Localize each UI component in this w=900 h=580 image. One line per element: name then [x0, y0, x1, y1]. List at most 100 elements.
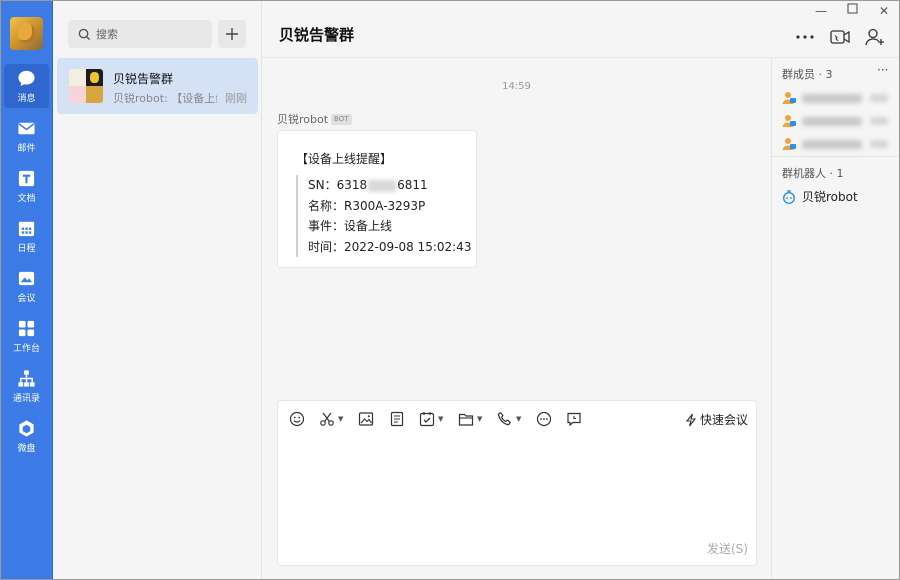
- scissors-icon: [320, 412, 334, 426]
- call-button[interactable]: ▼: [497, 410, 521, 428]
- meeting-icon: [18, 271, 35, 286]
- redacted-text: [802, 116, 862, 126]
- person-icon: [782, 92, 796, 104]
- more-options-button[interactable]: [795, 28, 815, 46]
- plus-icon: [226, 28, 238, 40]
- emoji-icon: [289, 411, 305, 427]
- send-button[interactable]: 发送(S): [707, 540, 748, 557]
- conversation-name: 贝锐告警群: [113, 72, 174, 86]
- nav-label: 工作台: [12, 344, 40, 354]
- conversation-time: 刚刚: [225, 92, 247, 105]
- nav-item-calendar[interactable]: 日程: [4, 214, 49, 258]
- history-button[interactable]: [566, 410, 582, 428]
- message-history-icon: [567, 412, 581, 427]
- nav-item-contacts[interactable]: 通讯录: [4, 364, 49, 408]
- nav-label: 通讯录: [12, 394, 40, 404]
- quick-meeting-button[interactable]: 快速会议: [685, 411, 748, 428]
- conversation-item[interactable]: 贝锐告警群 贝锐robot: 【设备上线提醒】 刚刚: [57, 58, 258, 114]
- file-button[interactable]: ▼: [458, 410, 482, 428]
- members-title: 群成员 · 3: [782, 68, 833, 81]
- mail-icon: [18, 122, 35, 135]
- more-dots-icon: [796, 35, 814, 39]
- nav-label: 微盘: [17, 444, 36, 454]
- screenshot-button[interactable]: ▼: [319, 410, 343, 428]
- robot-item[interactable]: 贝锐robot: [782, 188, 858, 205]
- folder-icon: [458, 413, 474, 426]
- group-info-panel: 群成员 · 3 ··· 群机器人 · 1 贝锐robot: [771, 58, 900, 580]
- minimize-button[interactable]: —: [814, 4, 828, 18]
- bot-badge: BOT: [331, 113, 352, 125]
- cloud-disk-icon: [19, 420, 34, 437]
- video-call-button[interactable]: [830, 28, 850, 46]
- chat-panel: 贝锐告警群 14:59 贝锐robot BOT 【设备上线提醒】 SN：6318…: [262, 0, 900, 580]
- robots-title: 群机器人 · 1: [782, 167, 844, 180]
- member-item[interactable]: [782, 136, 888, 152]
- nav-item-docs[interactable]: 文档: [4, 164, 49, 208]
- chevron-down-icon: ▼: [477, 415, 483, 423]
- redacted-text: [870, 94, 888, 102]
- message-event-line: 事件：设备上线: [308, 219, 393, 233]
- add-person-icon: [865, 28, 884, 46]
- message-input-panel: ▼ ▼ ▼ ▼ 快速会议 发送(S): [277, 400, 757, 566]
- message-name-line: 名称：R300A-3293P: [308, 198, 426, 213]
- message-sn-line: SN：6318 6811: [308, 175, 471, 196]
- todo-button[interactable]: ▼: [419, 410, 443, 428]
- close-button[interactable]: ✕: [877, 4, 891, 18]
- message-body: SN：6318 6811 名称：R300A-3293P 事件：设备上线 时间：20…: [296, 175, 471, 257]
- message-title: 【设备上线提醒】: [296, 152, 393, 166]
- sender-name: 贝锐robot: [277, 113, 329, 126]
- redacted-text: [802, 139, 862, 149]
- nav-item-workbench[interactable]: 工作台: [4, 314, 49, 358]
- sn-prefix: SN：6318: [308, 178, 368, 192]
- member-item[interactable]: [782, 90, 888, 106]
- nav-label: 邮件: [17, 144, 36, 154]
- user-avatar[interactable]: [10, 17, 43, 50]
- more-tools-button[interactable]: [536, 410, 552, 428]
- robot-icon: [783, 189, 795, 204]
- lightning-icon: [685, 413, 697, 426]
- message-bubble[interactable]: 【设备上线提醒】 SN：6318 6811 名称：R300A-3293P 事件：设…: [277, 130, 477, 268]
- search-icon: [78, 28, 91, 40]
- message-timestamp: 14:59: [502, 81, 531, 92]
- doc-icon: [390, 411, 404, 427]
- more-circle-icon: [536, 411, 552, 427]
- document-button[interactable]: [389, 410, 405, 428]
- nav-label: 消息: [17, 94, 36, 104]
- document-icon: [18, 170, 35, 187]
- search-input[interactable]: [96, 27, 206, 41]
- chevron-down-icon: ▼: [338, 415, 344, 423]
- maximize-button[interactable]: [845, 3, 859, 17]
- conversation-list-panel: 贝锐告警群 贝锐robot: 【设备上线提醒】 刚刚: [53, 0, 262, 580]
- phone-icon: [497, 412, 511, 426]
- image-button[interactable]: [358, 410, 374, 428]
- checkbox-icon: [419, 412, 435, 427]
- calendar-icon: [18, 221, 35, 237]
- group-avatar: [69, 69, 103, 103]
- message-textarea[interactable]: [290, 439, 745, 534]
- member-item[interactable]: [782, 113, 888, 129]
- grid-icon: [18, 320, 35, 337]
- person-icon: [782, 138, 796, 150]
- video-call-icon: [830, 30, 850, 44]
- redacted-text: [870, 117, 888, 125]
- nav-item-mail[interactable]: 邮件: [4, 114, 49, 158]
- conversation-preview: 贝锐robot: 【设备上线提醒】: [113, 92, 217, 105]
- chat-bubble-icon: [18, 70, 35, 87]
- quick-meeting-label: 快速会议: [700, 413, 749, 427]
- nav-label: 会议: [17, 294, 36, 304]
- nav-label: 日程: [17, 244, 36, 254]
- members-more-button[interactable]: ···: [877, 63, 888, 77]
- add-member-button[interactable]: [865, 28, 885, 46]
- nav-item-drive[interactable]: 微盘: [4, 414, 49, 458]
- nav-label: 文档: [17, 194, 36, 204]
- emoji-button[interactable]: [289, 410, 305, 428]
- nav-item-meeting[interactable]: 会议: [4, 264, 49, 308]
- person-icon: [782, 115, 796, 127]
- org-chart-icon: [18, 370, 35, 387]
- add-button[interactable]: [218, 20, 246, 48]
- nav-item-messages[interactable]: 消息: [4, 64, 49, 108]
- chevron-down-icon: ▼: [438, 415, 444, 423]
- redacted-text: [368, 179, 397, 192]
- message-sender: 贝锐robot BOT: [277, 111, 352, 127]
- search-box[interactable]: [68, 20, 212, 48]
